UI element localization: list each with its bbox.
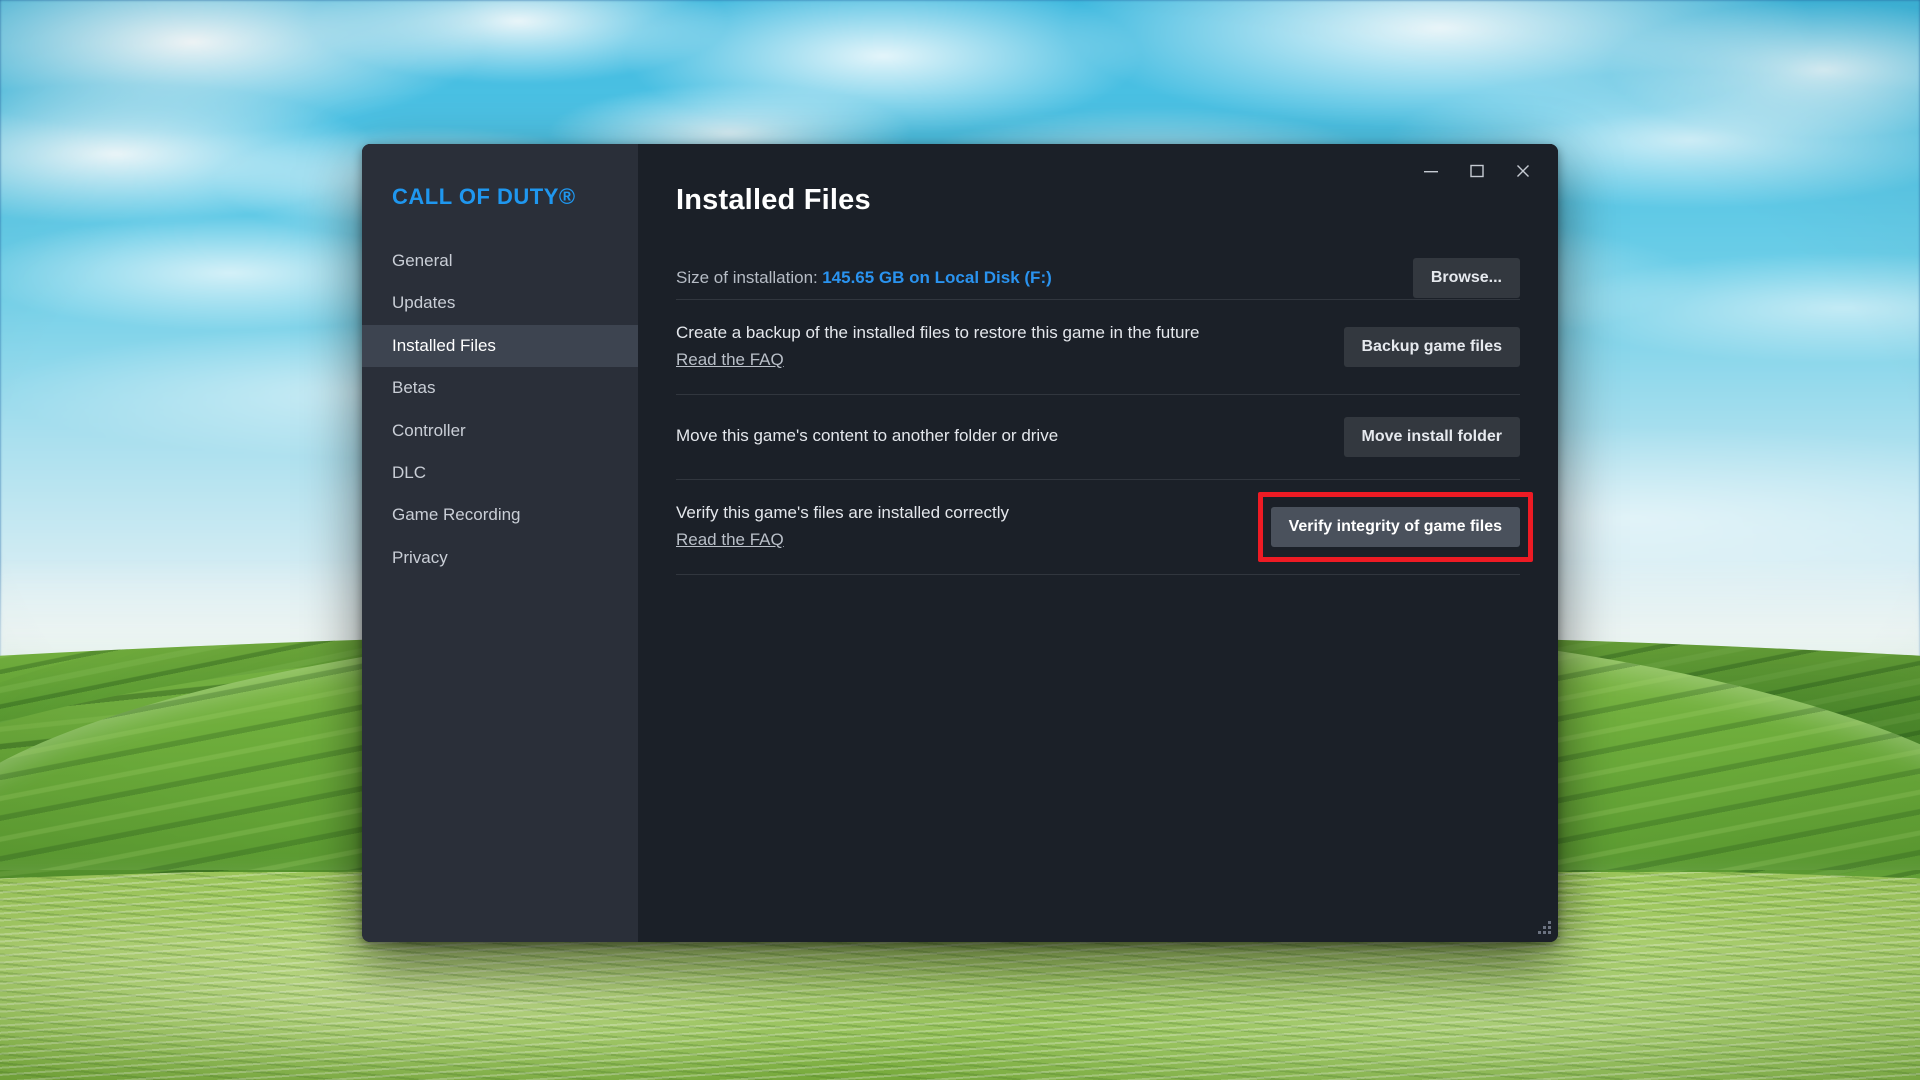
verify-button-wrap: Verify integrity of game files bbox=[1257, 491, 1533, 562]
backup-faq-link[interactable]: Read the FAQ bbox=[676, 349, 784, 372]
verify-description-text: Verify this game's files are installed c… bbox=[676, 502, 1009, 522]
close-button[interactable] bbox=[1500, 154, 1546, 188]
sidebar-item-label: Installed Files bbox=[392, 335, 496, 355]
verify-description: Verify this game's files are installed c… bbox=[676, 502, 1009, 552]
move-row: Move this game's content to another fold… bbox=[676, 395, 1520, 479]
sidebar-item-label: Betas bbox=[392, 378, 436, 398]
page-title: Installed Files bbox=[676, 184, 871, 216]
window-titlebar bbox=[1408, 144, 1558, 190]
properties-sidebar: CALL OF DUTY® General Updates Installed … bbox=[362, 144, 638, 942]
backup-button-wrap: Backup game files bbox=[1343, 326, 1520, 367]
backup-row: Create a backup of the installed files t… bbox=[676, 300, 1520, 394]
divider bbox=[676, 573, 1520, 575]
sidebar-item-general[interactable]: General bbox=[362, 240, 638, 282]
minimize-button[interactable] bbox=[1408, 154, 1454, 188]
sidebar-item-updates[interactable]: Updates bbox=[362, 282, 638, 324]
close-icon bbox=[1517, 165, 1529, 177]
backup-game-files-button[interactable]: Backup game files bbox=[1343, 326, 1520, 367]
backup-description: Create a backup of the installed files t… bbox=[676, 322, 1200, 372]
game-properties-window: CALL OF DUTY® General Updates Installed … bbox=[362, 144, 1558, 942]
installation-size-text: Size of installation: 145.65 GB on Local… bbox=[676, 268, 1052, 288]
verify-row: Verify this game's files are installed c… bbox=[676, 480, 1533, 574]
sidebar-item-installed-files[interactable]: Installed Files bbox=[362, 324, 638, 368]
sidebar-item-label: DLC bbox=[392, 462, 427, 482]
move-description-text: Move this game's content to another fold… bbox=[676, 426, 1059, 446]
sidebar-item-game-recording[interactable]: Game Recording bbox=[362, 494, 638, 536]
verify-faq-link[interactable]: Read the FAQ bbox=[676, 529, 784, 552]
move-install-folder-button[interactable]: Move install folder bbox=[1343, 416, 1520, 457]
sidebar-item-label: Privacy bbox=[392, 547, 448, 567]
backup-description-text: Create a backup of the installed files t… bbox=[676, 323, 1200, 342]
maximize-button[interactable] bbox=[1454, 154, 1500, 188]
sidebar-item-label: Updates bbox=[392, 293, 456, 313]
window-resize-grip[interactable] bbox=[1537, 921, 1551, 935]
move-button-wrap: Move install folder bbox=[1343, 416, 1520, 457]
installation-size-row: Size of installation: 145.65 GB on Local… bbox=[676, 257, 1520, 299]
sidebar-item-dlc[interactable]: DLC bbox=[362, 452, 638, 494]
minimize-icon bbox=[1424, 171, 1438, 173]
game-title: CALL OF DUTY® bbox=[392, 184, 576, 209]
browse-button[interactable]: Browse... bbox=[1412, 258, 1520, 298]
sidebar-item-label: Game Recording bbox=[392, 505, 521, 525]
sidebar-item-privacy[interactable]: Privacy bbox=[362, 537, 638, 579]
properties-content: Installed Files Size of installation: 14… bbox=[638, 144, 1558, 942]
sidebar-item-label: General bbox=[392, 251, 453, 270]
installation-size-label: Size of installation: bbox=[676, 268, 818, 287]
maximize-icon bbox=[1470, 164, 1484, 178]
move-description: Move this game's content to another fold… bbox=[676, 425, 1058, 448]
sidebar-item-betas[interactable]: Betas bbox=[362, 367, 638, 409]
sidebar-item-controller[interactable]: Controller bbox=[362, 410, 638, 452]
installation-size-value: 145.65 GB on Local Disk (F:) bbox=[822, 268, 1052, 287]
sidebar-item-label: Controller bbox=[392, 420, 466, 440]
verify-integrity-of-game-files-button[interactable]: Verify integrity of game files bbox=[1270, 506, 1520, 547]
